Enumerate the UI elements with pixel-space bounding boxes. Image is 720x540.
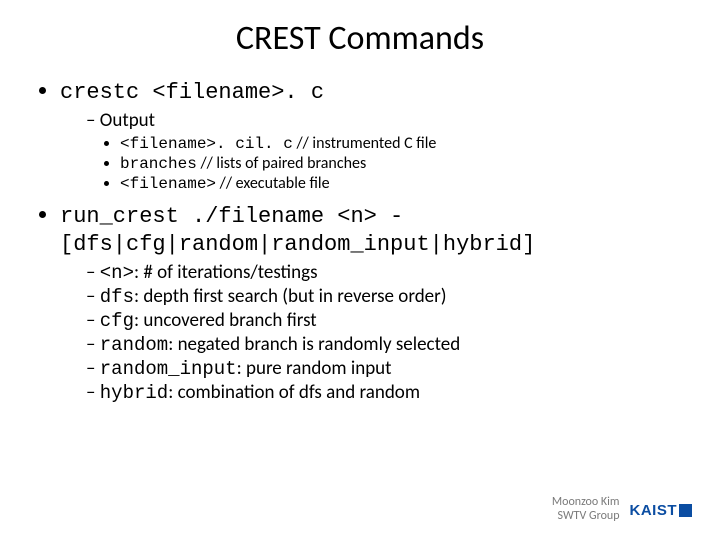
branches-code: branches: [120, 155, 197, 173]
credit-line1: Moonzoo Kim: [552, 495, 620, 509]
opt-randin: random_input: pure random input: [86, 357, 686, 380]
output-label: Output <filename>. cil. c // instrumente…: [86, 109, 686, 193]
footer: Moonzoo Kim SWTV Group KAIST: [552, 496, 692, 524]
opt-n-code: <n>: [100, 262, 134, 284]
exec-desc: // executable file: [220, 174, 330, 193]
item-crestc: crestc <filename>. c Output <filename>. …: [60, 77, 686, 193]
page-title: CREST Commands: [34, 18, 686, 59]
opt-cfg: cfg: uncovered branch first: [86, 309, 686, 332]
opt-random: random: negated branch is randomly selec…: [86, 333, 686, 356]
opt-cfg-desc: : uncovered branch first: [134, 309, 317, 332]
opt-hybrid-desc: : combination of dfs and random: [168, 381, 420, 404]
exec-code: <filename>: [120, 175, 216, 193]
opt-randin-code: random_input: [100, 358, 237, 380]
opt-n-desc: : # of iterations/testings: [134, 261, 318, 284]
item-runcrest: run_crest ./filename <n> -[dfs|cfg|rando…: [60, 201, 686, 404]
opt-dfs-desc: : depth first search (but in reverse ord…: [134, 285, 447, 308]
opt-hybrid: hybrid: combination of dfs and random: [86, 381, 686, 404]
kaist-logo-square-icon: [679, 504, 692, 517]
opt-hybrid-code: hybrid: [100, 382, 168, 404]
opt-cfg-code: cfg: [100, 310, 134, 332]
opt-random-code: random: [100, 334, 168, 356]
opt-dfs-code: dfs: [100, 286, 134, 308]
output-branches: branches // lists of paired branches: [120, 154, 686, 173]
kaist-logo: KAIST: [630, 502, 693, 519]
crestc-command: crestc <filename>. c: [60, 80, 324, 105]
opt-random-desc: : negated branch is randomly selected: [168, 333, 460, 356]
output-cil: <filename>. cil. c // instrumented C fil…: [120, 134, 686, 153]
cil-desc: // instrumented C file: [296, 134, 436, 153]
opt-n: <n>: # of iterations/testings: [86, 261, 686, 284]
kaist-logo-text: KAIST: [630, 502, 678, 519]
output-text: Output: [100, 109, 155, 132]
opt-randin-desc: : pure random input: [237, 357, 392, 380]
slide: CREST Commands crestc <filename>. c Outp…: [0, 0, 720, 540]
cil-code: <filename>. cil. c: [120, 135, 293, 153]
opt-dfs: dfs: depth first search (but in reverse …: [86, 285, 686, 308]
credit: Moonzoo Kim SWTV Group: [552, 496, 620, 524]
branches-desc: // lists of paired branches: [200, 154, 366, 173]
credit-line2: SWTV Group: [558, 509, 620, 523]
runcrest-command: run_crest ./filename <n> -[dfs|cfg|rando…: [60, 204, 535, 257]
output-exec: <filename> // executable file: [120, 174, 686, 193]
